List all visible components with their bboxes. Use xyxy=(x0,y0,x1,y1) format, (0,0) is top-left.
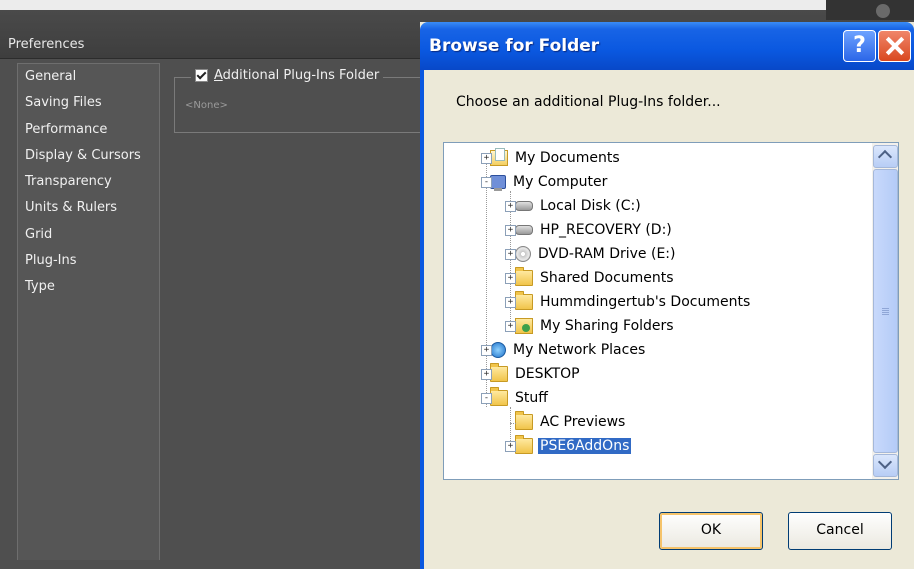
sidebar-item-performance[interactable]: Performance xyxy=(18,117,159,143)
scroll-up-button[interactable] xyxy=(873,145,898,168)
expand-toggle-icon[interactable]: + xyxy=(481,345,492,356)
tree-item[interactable]: My Computer xyxy=(490,171,609,193)
scroll-down-button[interactable] xyxy=(873,454,898,477)
dialog-titlebar: Browse for Folder ? xyxy=(420,22,914,70)
tree-item[interactable]: My Sharing Folders xyxy=(515,315,676,337)
preferences-window-controls xyxy=(826,0,914,20)
expand-toggle-icon[interactable]: + xyxy=(481,369,492,380)
folder-tree-content: My Documents My Computer Local Disk (C:)… xyxy=(444,143,872,479)
folder-tree[interactable]: My Documents My Computer Local Disk (C:)… xyxy=(443,142,899,480)
preferences-title: Preferences xyxy=(8,37,85,52)
sidebar-item-units-rulers[interactable]: Units & Rulers xyxy=(18,195,159,221)
tree-item-label: My Sharing Folders xyxy=(540,318,674,334)
tree-item[interactable]: DESKTOP xyxy=(490,363,582,385)
plugins-folder-checkbox-row[interactable]: Additional Plug-Ins Folder xyxy=(191,65,384,85)
tree-item-label: DESKTOP xyxy=(515,366,580,382)
tree-item-label: AC Previews xyxy=(540,414,626,430)
dialog-left-border xyxy=(420,70,424,569)
tree-item-label: Local Disk (C:) xyxy=(540,198,641,214)
expand-toggle-icon[interactable]: + xyxy=(505,297,516,308)
tree-item-selected[interactable]: PSE6AddOns xyxy=(515,435,632,457)
dialog-description: Choose an additional Plug-Ins folder... xyxy=(456,94,721,110)
plugins-folder-path: <None> xyxy=(185,100,228,111)
ok-button[interactable]: OK xyxy=(659,512,763,550)
sidebar-item-type[interactable]: Type xyxy=(18,274,159,300)
tree-item[interactable]: AC Previews xyxy=(515,411,627,433)
folder-icon xyxy=(515,435,533,454)
cancel-button[interactable]: Cancel xyxy=(788,512,892,550)
tree-item[interactable]: Local Disk (C:) xyxy=(515,195,643,217)
dvd-icon xyxy=(515,246,531,262)
tree-item[interactable]: My Documents xyxy=(490,147,622,169)
disk-icon xyxy=(515,201,533,211)
tree-item-label: My Computer xyxy=(513,174,608,190)
plugins-folder-label: Additional Plug-Ins Folder xyxy=(214,67,380,83)
tree-item[interactable]: Stuff xyxy=(490,387,550,409)
expand-toggle-icon[interactable]: + xyxy=(505,201,516,212)
tree-item-label: My Network Places xyxy=(513,342,646,358)
disk-icon xyxy=(515,225,533,235)
sidebar-item-saving-files[interactable]: Saving Files xyxy=(18,90,159,116)
expand-toggle-icon[interactable]: - xyxy=(481,177,492,188)
folder-icon xyxy=(515,291,533,310)
folder-icon xyxy=(515,411,533,430)
plugins-folder-checkbox[interactable] xyxy=(195,68,208,82)
sharing-icon xyxy=(515,318,533,334)
preferences-sidebar: General Saving Files Performance Display… xyxy=(17,63,160,560)
expand-toggle-icon[interactable]: + xyxy=(505,273,516,284)
sidebar-item-display-cursors[interactable]: Display & Cursors xyxy=(18,143,159,169)
sidebar-item-transparency[interactable]: Transparency xyxy=(18,169,159,195)
help-button[interactable]: ? xyxy=(843,30,876,62)
tree-item[interactable]: Shared Documents xyxy=(515,267,676,289)
expand-toggle-icon[interactable]: + xyxy=(481,153,492,164)
grip-icon xyxy=(882,308,889,309)
gear-icon[interactable] xyxy=(876,4,890,18)
expand-toggle-icon[interactable]: + xyxy=(505,441,516,452)
docs-icon xyxy=(490,148,508,166)
tree-item-label: DVD-RAM Drive (E:) xyxy=(538,246,676,262)
chevron-down-icon xyxy=(877,454,893,470)
dialog-title: Browse for Folder xyxy=(429,36,600,56)
expand-toggle-icon[interactable]: + xyxy=(505,321,516,332)
tree-item-label: Hummdingertub's Documents xyxy=(540,294,751,310)
folder-icon xyxy=(490,387,508,406)
tree-item-label: Shared Documents xyxy=(540,270,674,286)
tree-item-label: Stuff xyxy=(515,390,548,406)
sidebar-item-plug-ins[interactable]: Plug-Ins xyxy=(18,248,159,274)
tree-connector xyxy=(510,423,516,424)
tree-item-label: PSE6AddOns xyxy=(538,438,632,454)
top-strip xyxy=(0,0,914,10)
tree-item[interactable]: HP_RECOVERY (D:) xyxy=(515,219,674,241)
computer-icon xyxy=(490,175,506,191)
expand-toggle-icon[interactable]: - xyxy=(481,393,492,404)
scroll-thumb[interactable] xyxy=(873,169,898,453)
tree-item-label: HP_RECOVERY (D:) xyxy=(540,222,672,238)
sidebar-item-grid[interactable]: Grid xyxy=(18,222,159,248)
sidebar-item-general[interactable]: General xyxy=(18,64,159,90)
tree-item[interactable]: DVD-RAM Drive (E:) xyxy=(515,243,677,265)
close-button[interactable] xyxy=(878,30,911,62)
expand-toggle-icon[interactable]: + xyxy=(505,225,516,236)
tree-item-label: My Documents xyxy=(515,150,620,166)
tree-item[interactable]: My Network Places xyxy=(490,339,647,361)
tree-scrollbar[interactable] xyxy=(872,143,898,479)
folder-icon xyxy=(515,267,533,286)
folder-icon xyxy=(490,363,508,382)
tree-item[interactable]: Hummdingertub's Documents xyxy=(515,291,752,313)
network-icon xyxy=(490,342,506,358)
expand-toggle-icon[interactable]: + xyxy=(505,249,516,260)
chevron-up-icon xyxy=(877,149,893,165)
